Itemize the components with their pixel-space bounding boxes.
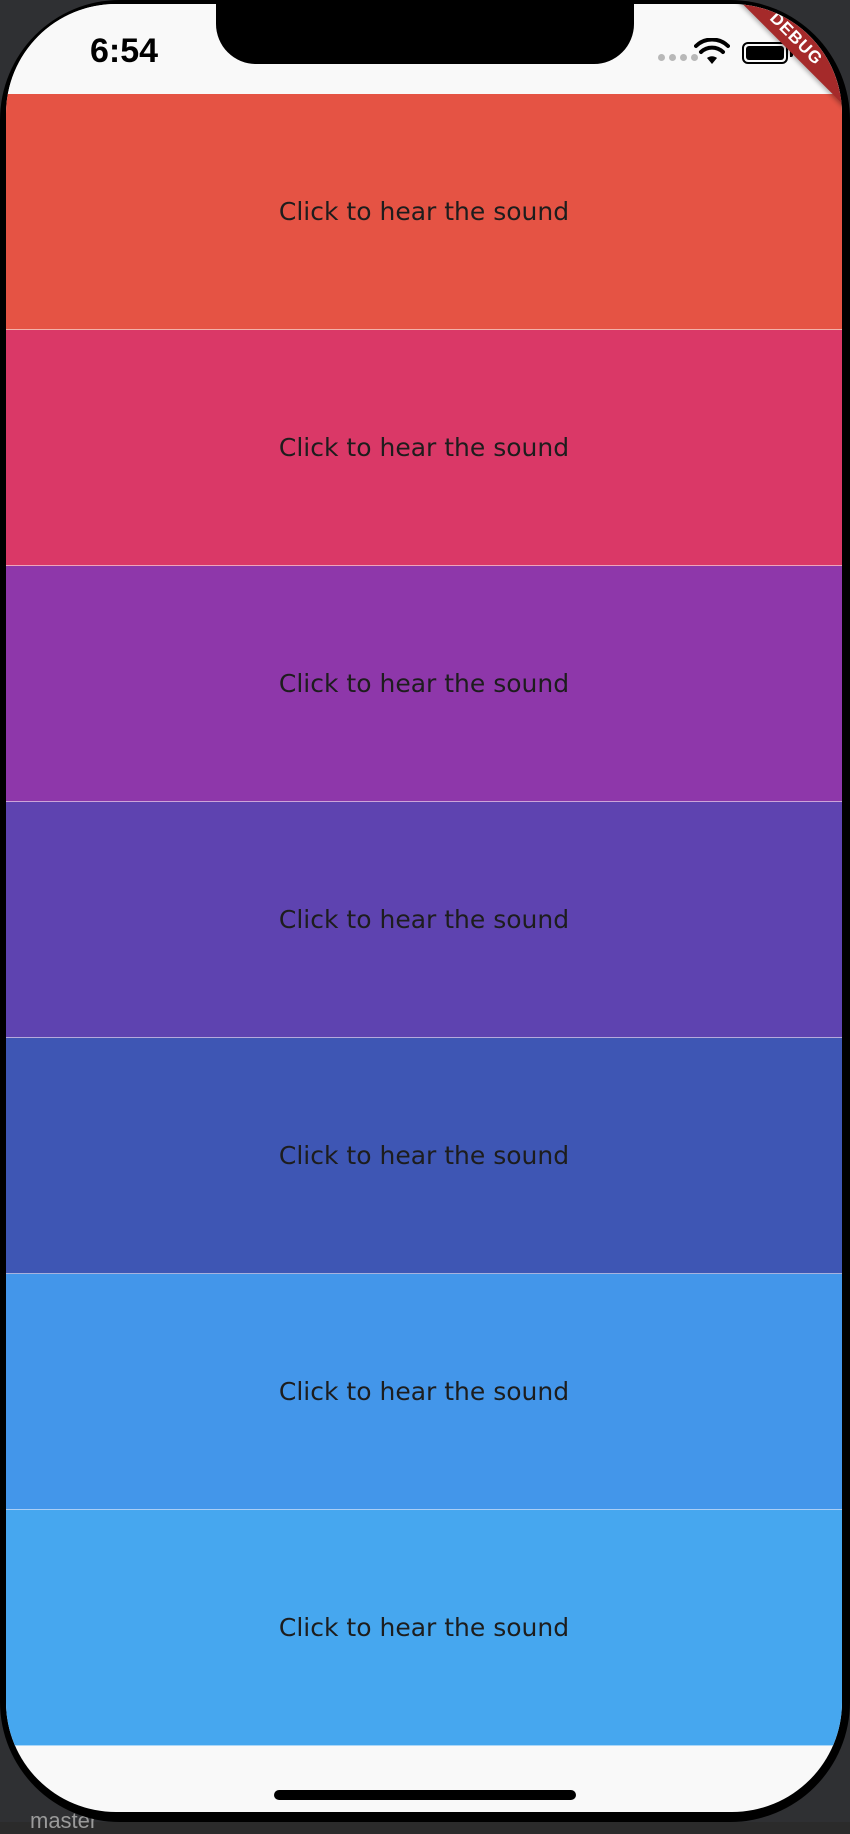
device-notch bbox=[216, 4, 634, 64]
sound-button-3[interactable]: Click to hear the sound bbox=[6, 566, 842, 802]
sound-button-5[interactable]: Click to hear the sound bbox=[6, 1038, 842, 1274]
sound-button-label: Click to hear the sound bbox=[278, 905, 570, 934]
sound-button-4[interactable]: Click to hear the sound bbox=[6, 802, 842, 1038]
sound-button-2[interactable]: Click to hear the sound bbox=[6, 330, 842, 566]
sound-button-6[interactable]: Click to hear the sound bbox=[6, 1274, 842, 1510]
sound-button-1[interactable]: Click to hear the sound bbox=[6, 94, 842, 330]
sound-button-label: Click to hear the sound bbox=[278, 1613, 570, 1642]
battery-icon bbox=[742, 42, 788, 64]
status-time: 6:54 bbox=[90, 32, 159, 70]
device-frame: 6:54 Click to hear the sound Click to hea… bbox=[0, 0, 850, 1822]
sound-button-label: Click to hear the sound bbox=[278, 197, 570, 226]
sound-button-label: Click to hear the sound bbox=[278, 669, 570, 698]
wifi-icon bbox=[694, 38, 730, 64]
sound-button-list: Click to hear the sound Click to hear the… bbox=[6, 94, 842, 1746]
app-screen: 6:54 Click to hear the sound Click to hea… bbox=[6, 4, 842, 1812]
sound-button-label: Click to hear the sound bbox=[278, 433, 570, 462]
home-indicator[interactable] bbox=[274, 1790, 576, 1800]
sound-button-7[interactable]: Click to hear the sound bbox=[6, 1510, 842, 1746]
sound-button-label: Click to hear the sound bbox=[278, 1377, 570, 1406]
sound-button-label: Click to hear the sound bbox=[278, 1141, 570, 1170]
signal-icon bbox=[658, 54, 698, 61]
